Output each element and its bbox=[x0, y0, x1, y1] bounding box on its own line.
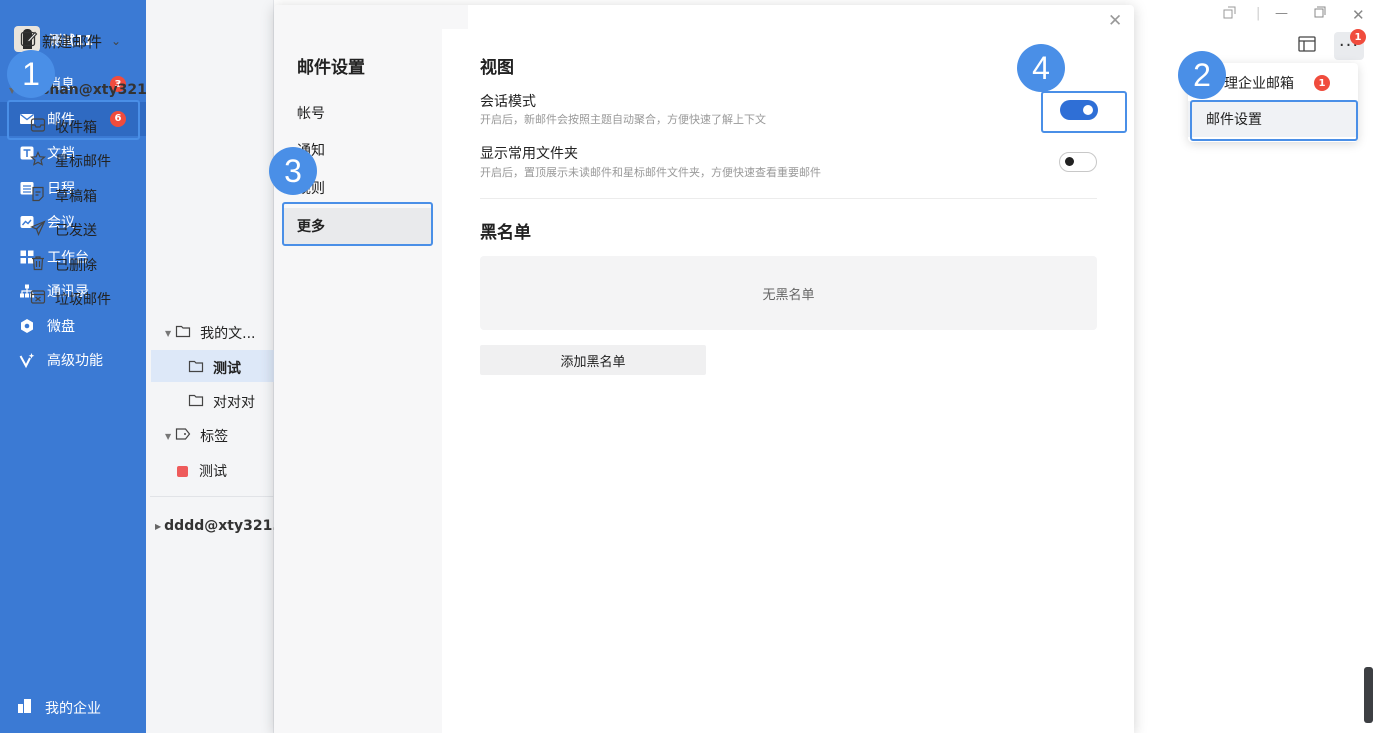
caret-down-icon: ▼ bbox=[165, 431, 172, 441]
drive-icon bbox=[19, 318, 35, 334]
view-section-title: 视图 bbox=[480, 58, 514, 78]
folder-icon bbox=[188, 358, 204, 378]
folder-sent[interactable]: 已发送 bbox=[29, 220, 97, 240]
folder-label: 垃圾邮件 bbox=[55, 292, 111, 308]
account-email: dddd@xty321... bbox=[164, 518, 289, 534]
blacklist-section-title: 黑名单 bbox=[480, 223, 531, 243]
restore-icon[interactable] bbox=[1314, 6, 1326, 22]
compose-button[interactable]: 新建邮件 ⌄ bbox=[20, 30, 121, 52]
folder-label: 测试 bbox=[199, 464, 227, 480]
minimize-icon[interactable]: — bbox=[1275, 6, 1288, 21]
more-badge: 1 bbox=[1350, 29, 1366, 45]
folder-label: 测试 bbox=[213, 361, 241, 377]
section-divider bbox=[480, 198, 1097, 199]
chevron-down-icon[interactable]: ⌄ bbox=[111, 34, 121, 48]
folder-icon bbox=[175, 323, 191, 343]
folder-test[interactable]: 测试 bbox=[188, 358, 241, 378]
trash-icon bbox=[30, 255, 46, 275]
tag-color-dot bbox=[177, 465, 188, 477]
my-enterprise-link[interactable]: 我的企业 bbox=[17, 698, 101, 718]
close-window-icon[interactable]: ✕ bbox=[1352, 6, 1365, 24]
tag-test[interactable]: 测试 bbox=[177, 461, 227, 481]
folder-label: 草稿箱 bbox=[55, 189, 97, 205]
menu-item-badge: 1 bbox=[1314, 75, 1330, 91]
folder-deleted[interactable]: 已删除 bbox=[30, 255, 97, 275]
settings-nav-gap bbox=[442, 5, 468, 29]
folder-icon bbox=[188, 392, 204, 412]
caret-right-icon: ▶ bbox=[155, 521, 162, 531]
star-icon bbox=[30, 151, 46, 171]
common-folders-desc: 开启后，置顶展示未读邮件和星标邮件文件夹，方便快速查看重要邮件 bbox=[480, 166, 821, 179]
sidebar-item-advanced[interactable]: 高级功能 bbox=[0, 343, 146, 378]
side-panel-handle[interactable] bbox=[1364, 667, 1373, 723]
blacklist-empty-box: 无黑名单 bbox=[480, 256, 1097, 330]
highlight-mail-nav bbox=[7, 100, 140, 140]
sidebar-item-drive[interactable]: 微盘 bbox=[0, 309, 146, 344]
callout-step-4: 4 bbox=[1017, 44, 1065, 92]
folder-duiduidui[interactable]: 对对对 bbox=[188, 392, 255, 412]
sidebar-item-label: 微盘 bbox=[47, 318, 75, 335]
building-icon bbox=[17, 698, 33, 718]
tag-icon bbox=[175, 426, 191, 446]
titlebar-separator: | bbox=[1256, 6, 1261, 21]
folder-tags[interactable]: ▼ 标签 bbox=[165, 426, 228, 446]
close-icon[interactable]: ✕ bbox=[1108, 11, 1122, 31]
compose-label: 新建邮件 bbox=[42, 32, 103, 51]
sidebar-item-label: 高级功能 bbox=[47, 353, 103, 370]
settings-title: 邮件设置 bbox=[297, 58, 365, 78]
add-blacklist-button[interactable]: 添加黑名单 bbox=[480, 345, 706, 375]
callout-step-1: 1 bbox=[7, 50, 55, 98]
folder-divider bbox=[150, 496, 274, 497]
folder-my-folders[interactable]: ▼ 我的文... bbox=[165, 323, 256, 343]
folder-label: 星标邮件 bbox=[55, 154, 111, 170]
send-icon bbox=[29, 220, 46, 240]
my-enterprise-label: 我的企业 bbox=[45, 701, 101, 717]
callout-step-3: 3 bbox=[269, 147, 317, 195]
common-folders-toggle[interactable] bbox=[1059, 152, 1097, 172]
layout-toggle-button[interactable] bbox=[1292, 32, 1322, 60]
pin-window-icon[interactable] bbox=[1223, 6, 1236, 23]
account-header-dddd[interactable]: ▶ dddd@xty321... bbox=[155, 518, 288, 534]
folder-junk[interactable]: 垃圾邮件 bbox=[30, 289, 111, 309]
folder-label: 已发送 bbox=[55, 223, 97, 239]
folder-label: 对对对 bbox=[213, 395, 255, 411]
highlight-more-tab bbox=[282, 202, 433, 246]
folder-drafts[interactable]: 草稿箱 bbox=[30, 186, 97, 206]
layout-icon bbox=[1298, 36, 1316, 56]
folder-starred[interactable]: 星标邮件 bbox=[30, 151, 111, 171]
tab-account[interactable]: 帐号 bbox=[284, 95, 432, 131]
highlight-conversation-toggle bbox=[1041, 91, 1127, 133]
callout-step-2: 2 bbox=[1178, 51, 1226, 99]
menu-item-label: 理企业邮箱 bbox=[1224, 76, 1294, 92]
settings-dialog: 邮件设置 帐号 通知 规则 更多 ✕ 视图 会话模式 开启后，新邮件会按照主题自… bbox=[274, 5, 1134, 733]
folder-label: 标签 bbox=[200, 429, 229, 445]
junk-icon bbox=[30, 289, 46, 309]
folder-label: 我的文... bbox=[200, 326, 256, 342]
conversation-mode-label: 会话模式 bbox=[480, 94, 536, 110]
conversation-mode-desc: 开启后，新邮件会按照主题自动聚合，方便快速了解上下文 bbox=[480, 113, 766, 126]
draft-icon bbox=[30, 186, 46, 206]
folder-label: 已删除 bbox=[55, 258, 97, 274]
highlight-mail-settings bbox=[1190, 100, 1358, 141]
edit-icon bbox=[20, 30, 38, 52]
caret-down-icon: ▼ bbox=[165, 328, 172, 338]
advanced-icon bbox=[19, 352, 35, 369]
blacklist-empty-text: 无黑名单 bbox=[762, 287, 815, 303]
common-folders-label: 显示常用文件夹 bbox=[480, 146, 578, 162]
